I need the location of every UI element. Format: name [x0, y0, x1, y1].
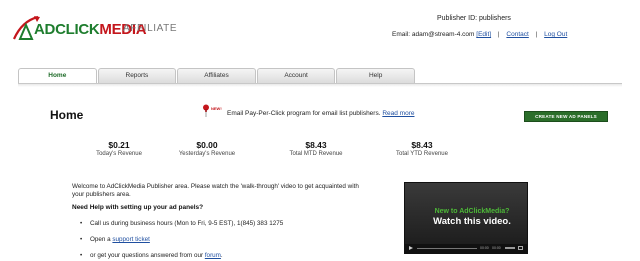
stat-label: Today's Revenue: [96, 151, 142, 157]
stat-mtd: $8.43 Total MTD Revenue: [271, 140, 361, 157]
list-item: or get your questions answered from our …: [80, 252, 223, 259]
list-item: Open a support ticket: [80, 236, 150, 243]
stat-ytd: $8.43 Total YTD Revenue: [377, 140, 467, 157]
help-heading: Need Help with setting up your ad panels…: [72, 204, 204, 211]
stat-today: $0.21 Today's Revenue: [74, 140, 164, 157]
logout-link[interactable]: Log Out: [544, 31, 567, 38]
walkthrough-video[interactable]: New to AdClickMedia? Watch this video. 0…: [404, 182, 528, 254]
page-title: Home: [50, 108, 84, 122]
support-ticket-prefix: Open a: [90, 236, 113, 243]
news-message: Email Pay-Per-Click program for email li…: [227, 110, 381, 117]
new-badge: NEW!: [211, 106, 222, 111]
nav-shadow: [18, 84, 622, 87]
support-ticket-link[interactable]: support ticket: [112, 236, 149, 243]
tab-affiliates[interactable]: Affiliates: [177, 68, 256, 83]
video-controls: 00:00 00:00: [405, 244, 527, 253]
forum-prefix: or get your questions answered from our: [90, 252, 205, 259]
list-item: Call us during business hours (Mon to Fr…: [80, 220, 283, 227]
forum-link[interactable]: forum: [205, 252, 221, 259]
create-ad-panels-button[interactable]: CREATE NEW AD PANELS: [524, 111, 608, 122]
video-time-elapsed: 00:00: [480, 246, 489, 250]
separator: |: [535, 31, 538, 38]
tab-account[interactable]: Account: [256, 68, 336, 83]
brand-subtitle: AFFILIATE: [123, 23, 178, 34]
video-time-total: 00:00: [492, 246, 501, 250]
fullscreen-icon[interactable]: [518, 246, 523, 250]
stat-label: Total MTD Revenue: [289, 151, 343, 157]
publisher-id: Publisher ID: publishers: [437, 15, 511, 22]
tab-reports[interactable]: Reports: [97, 68, 177, 83]
email-label: Email: adam@stream-4.com: [392, 31, 475, 38]
main-nav: Home Reports Affiliates Account Help: [18, 68, 416, 83]
stat-value: $0.00: [196, 140, 218, 150]
stat-value: $8.43: [305, 140, 327, 150]
edit-email-link[interactable]: [Edit]: [476, 31, 491, 38]
brand-name-click: CLICK: [55, 21, 100, 38]
video-caption-line2: Watch this video.: [433, 216, 511, 227]
video-seek-bar[interactable]: [417, 248, 477, 249]
stat-value: $8.43: [411, 140, 433, 150]
forum-suffix: .: [220, 252, 223, 259]
tab-help[interactable]: Help: [336, 68, 415, 83]
news-text: Email Pay-Per-Click program for email li…: [227, 110, 414, 117]
stat-label: Total YTD Revenue: [396, 151, 448, 157]
play-icon[interactable]: [409, 246, 413, 250]
video-caption-line1: New to AdClickMedia?: [434, 208, 510, 215]
stat-value: $0.21: [108, 140, 130, 150]
stat-yesterday: $0.00 Yesterday's Revenue: [162, 140, 252, 157]
tab-home[interactable]: Home: [18, 68, 97, 83]
welcome-text: Welcome to AdClickMedia Publisher area. …: [72, 183, 359, 198]
brand-logo[interactable]: ADCLICKMEDIA AFFILIATE: [12, 15, 182, 45]
brand-name-ad: AD: [34, 21, 56, 38]
account-line: Email: adam@stream-4.com [Edit] | Contac…: [392, 31, 567, 38]
contact-link[interactable]: Contact: [506, 31, 528, 38]
read-more-link[interactable]: Read more: [382, 110, 414, 117]
stat-label: Yesterday's Revenue: [178, 151, 236, 157]
volume-icon[interactable]: [505, 247, 515, 249]
phone-support-text: Call us during business hours (Mon to Fr…: [90, 220, 284, 227]
separator: |: [497, 31, 500, 38]
